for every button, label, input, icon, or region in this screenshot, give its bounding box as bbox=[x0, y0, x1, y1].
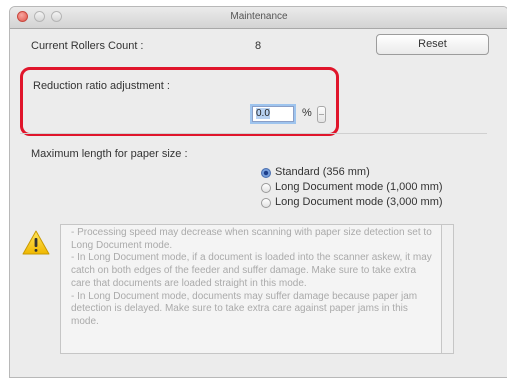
radio-standard[interactable] bbox=[261, 168, 271, 178]
radio-long-3000[interactable] bbox=[261, 198, 271, 208]
notes-text: - Processing speed may decrease when sca… bbox=[71, 227, 432, 327]
section-divider bbox=[20, 133, 487, 134]
notes-text-area[interactable]: - Processing speed may decrease when sca… bbox=[60, 224, 442, 354]
radio-long-3000-label[interactable]: Long Document mode (3,000 mm) bbox=[275, 196, 443, 208]
percent-unit-label: % bbox=[302, 107, 312, 119]
reduction-ratio-stepper[interactable] bbox=[317, 106, 326, 123]
radio-standard-label[interactable]: Standard (356 mm) bbox=[275, 166, 370, 178]
reset-button[interactable]: Reset bbox=[376, 34, 489, 55]
rollers-count-label: Current Rollers Count : bbox=[31, 40, 144, 52]
rollers-count-value: 8 bbox=[255, 40, 262, 52]
reduction-ratio-value: 0.0 bbox=[256, 108, 270, 119]
title-bar: Maintenance bbox=[10, 7, 507, 29]
highlight-frame bbox=[20, 67, 339, 136]
notes-scrollbar[interactable] bbox=[442, 224, 454, 354]
radio-long-1000[interactable] bbox=[261, 183, 271, 193]
reduction-ratio-label: Reduction ratio adjustment : bbox=[33, 80, 170, 92]
paper-size-label: Maximum length for paper size : bbox=[31, 148, 188, 160]
radio-long-1000-label[interactable]: Long Document mode (1,000 mm) bbox=[275, 181, 443, 193]
window-title: Maintenance bbox=[230, 11, 288, 22]
warning-icon bbox=[22, 230, 50, 259]
reduction-ratio-input[interactable]: 0.0 bbox=[252, 106, 294, 122]
